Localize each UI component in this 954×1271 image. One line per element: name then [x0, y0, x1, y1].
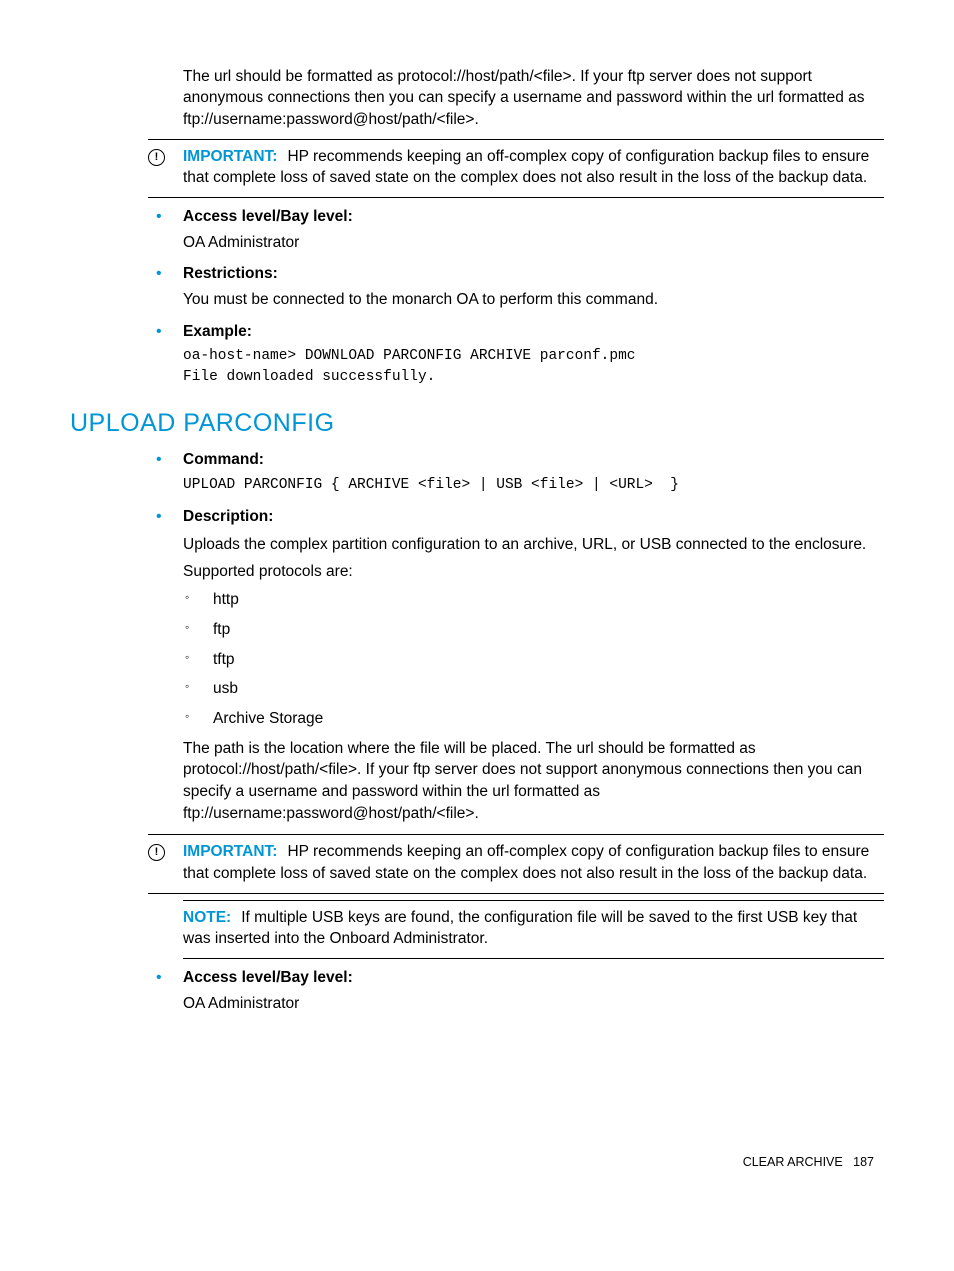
- access-level-body-2: OA Administrator: [183, 993, 884, 1015]
- example-item: Example: oa-host-name> DOWNLOAD PARCONFI…: [148, 321, 884, 389]
- command-item: Command: UPLOAD PARCONFIG { ARCHIVE <fil…: [148, 449, 884, 496]
- important-icon: !: [148, 146, 183, 166]
- example-label: Example:: [183, 321, 884, 343]
- description-label: Description:: [183, 506, 884, 528]
- protocol-item: ftp: [183, 619, 884, 641]
- access-level-item-2: Access level/Bay level: OA Administrator: [148, 967, 884, 1014]
- protocol-item: Archive Storage: [183, 708, 884, 730]
- important-callout-2: ! IMPORTANT:HP recommends keeping an off…: [148, 834, 884, 893]
- definition-list-3: Access level/Bay level: OA Administrator: [148, 967, 884, 1014]
- access-level-body: OA Administrator: [183, 232, 884, 254]
- protocol-item: http: [183, 589, 884, 611]
- example-code: oa-host-name> DOWNLOAD PARCONFIG ARCHIVE…: [183, 346, 884, 388]
- command-code: UPLOAD PARCONFIG { ARCHIVE <file> | USB …: [183, 475, 884, 496]
- description-para2: Supported protocols are:: [183, 561, 884, 583]
- important-label: IMPORTANT:: [183, 148, 277, 165]
- description-para1: Uploads the complex partition configurat…: [183, 534, 884, 556]
- protocols-list: http ftp tftp usb Archive Storage: [183, 589, 884, 729]
- protocol-item: tftp: [183, 649, 884, 671]
- footer-page-number: 187: [853, 1155, 874, 1169]
- protocol-item: usb: [183, 678, 884, 700]
- restrictions-body: You must be connected to the monarch OA …: [183, 289, 884, 311]
- important-label: IMPORTANT:: [183, 843, 277, 860]
- intro-paragraph: The url should be formatted as protocol:…: [183, 66, 884, 131]
- restrictions-item: Restrictions: You must be connected to t…: [148, 263, 884, 310]
- command-label: Command:: [183, 449, 884, 471]
- access-level-item: Access level/Bay level: OA Administrator: [148, 206, 884, 253]
- definition-list-1: Access level/Bay level: OA Administrator…: [148, 206, 884, 388]
- important-text: HP recommends keeping an off-complex cop…: [183, 843, 869, 882]
- description-para3: The path is the location where the file …: [183, 738, 884, 825]
- definition-list-2: Command: UPLOAD PARCONFIG { ARCHIVE <fil…: [148, 449, 884, 824]
- note-text: If multiple USB keys are found, the conf…: [183, 909, 857, 948]
- restrictions-label: Restrictions:: [183, 263, 884, 285]
- description-item: Description: Uploads the complex partiti…: [148, 506, 884, 824]
- note-label: NOTE:: [183, 909, 231, 926]
- important-callout-1: ! IMPORTANT:HP recommends keeping an off…: [148, 139, 884, 198]
- note-callout: NOTE:If multiple USB keys are found, the…: [183, 900, 884, 959]
- footer-section: CLEAR ARCHIVE: [743, 1155, 843, 1169]
- important-text: HP recommends keeping an off-complex cop…: [183, 148, 869, 187]
- access-level-label: Access level/Bay level:: [183, 206, 884, 228]
- section-heading-upload-parconfig: UPLOAD PARCONFIG: [70, 406, 884, 441]
- access-level-label-2: Access level/Bay level:: [183, 967, 884, 989]
- page-footer: CLEAR ARCHIVE 187: [70, 1154, 884, 1172]
- important-icon: !: [148, 841, 183, 861]
